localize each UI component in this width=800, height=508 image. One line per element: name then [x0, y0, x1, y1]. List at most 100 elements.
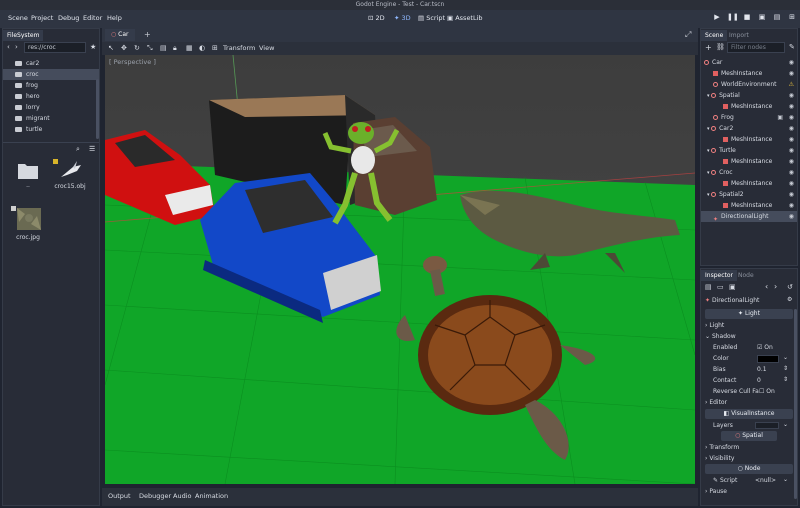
visibility-eye-icon[interactable]: ◉ [789, 68, 794, 79]
viewport-perspective-label[interactable]: [ Perspective ] [109, 58, 156, 66]
file-item[interactable]: .. [17, 160, 39, 189]
view-menu[interactable]: View [259, 44, 274, 52]
tree-node[interactable]: ▾ Spatial ◉ [701, 90, 797, 101]
folder-item[interactable]: hero [3, 91, 99, 102]
prop-contact-value[interactable]: 0 [757, 375, 761, 386]
prop-script-value[interactable]: <null> [755, 475, 776, 486]
play-icon[interactable]: ▶ [712, 13, 722, 23]
tree-node[interactable]: MeshInstance ◉ [701, 200, 797, 211]
class-light-header[interactable]: ✦ Light [705, 309, 793, 319]
scale-tool-icon[interactable]: ⤡ [147, 44, 153, 53]
section-visibility[interactable]: › Visibility [705, 453, 734, 464]
play-custom-icon[interactable]: ▤ [772, 13, 782, 23]
tab-inspector[interactable]: Inspector [701, 270, 737, 281]
spinner-icon[interactable]: ⇕ [783, 365, 788, 372]
tree-node[interactable]: MeshInstance ◉ [701, 156, 797, 167]
folder-item[interactable]: frog [3, 80, 99, 91]
tab-filesystem[interactable]: FileSystem [3, 30, 44, 41]
layers-grid[interactable] [755, 422, 779, 429]
tab-audio[interactable]: Audio [173, 492, 191, 500]
class-spatial-header[interactable]: ○ Spatial [721, 431, 777, 441]
list-select-icon[interactable]: ▤ [160, 44, 167, 52]
tree-node[interactable]: ▾ Turtle ◉ [701, 145, 797, 156]
prop-enabled-checkbox[interactable]: ☑ On [757, 342, 773, 353]
spinner-icon[interactable]: ⇕ [783, 376, 788, 383]
file-item[interactable]: croc15.obj [53, 159, 87, 195]
menu-editor[interactable]: Editor [83, 14, 102, 22]
visibility-eye-icon[interactable]: ◉ [789, 123, 794, 134]
distraction-free-icon[interactable]: ⤢ [685, 30, 691, 40]
tab-scene-car[interactable]: ○ Car [105, 29, 135, 41]
visibility-eye-icon[interactable]: ◉ [789, 112, 794, 123]
tree-node[interactable]: ▾ Car2 ◉ [701, 123, 797, 134]
visibility-eye-icon[interactable]: ◉ [789, 178, 794, 189]
section-pause[interactable]: › Pause [705, 486, 727, 497]
add-node-icon[interactable]: + [705, 43, 712, 52]
forward-icon[interactable]: › [15, 43, 18, 51]
filter-nodes-input[interactable]: Filter nodes [727, 42, 785, 53]
chevron-down-icon[interactable]: ⌄ [783, 476, 788, 483]
visibility-eye-icon[interactable]: ◉ [789, 156, 794, 167]
pause-icon[interactable]: ❚❚ [727, 13, 739, 23]
inspected-object[interactable]: ✦ DirectionalLight [705, 295, 759, 306]
menu-project[interactable]: Project [31, 14, 53, 22]
tree-node[interactable]: MeshInstance ◉ [701, 101, 797, 112]
workspace-assetlib-button[interactable]: ▣ AssetLib [447, 14, 483, 22]
script-attach-icon[interactable]: ✎ [789, 43, 795, 51]
tree-node[interactable]: Frog ▣ ◉ [701, 112, 797, 123]
tab-import[interactable]: Import [725, 30, 753, 41]
tab-animation[interactable]: Animation [195, 492, 228, 500]
tree-node[interactable]: MeshInstance ◉ [701, 134, 797, 145]
stop-icon[interactable]: ■ [742, 13, 752, 23]
tree-node[interactable]: Car ◉ [701, 57, 797, 68]
workspace-2d-button[interactable]: ⊡ 2D [368, 14, 385, 22]
back-icon[interactable]: ‹ [7, 43, 10, 51]
group-icon[interactable]: ▦ [186, 44, 193, 52]
save-resource-icon[interactable]: ▣ [729, 283, 736, 291]
lock-icon[interactable]: 🔒︎ [173, 44, 177, 53]
menu-scene[interactable]: Scene [8, 14, 28, 22]
local-space-icon[interactable]: ◐ [199, 44, 205, 52]
tab-output[interactable]: Output [108, 492, 131, 500]
tree-node[interactable]: ▾ Spatial2 ◉ [701, 189, 797, 200]
shadow-color-swatch[interactable] [757, 355, 779, 363]
deploy-icon[interactable]: ⊞ [787, 13, 797, 23]
warning-icon[interactable]: ⚠ [789, 79, 794, 90]
snap-icon[interactable]: ⊞ [212, 44, 218, 52]
section-light[interactable]: › Light [705, 320, 724, 331]
workspace-3d-button[interactable]: ✦ 3D [394, 14, 411, 22]
menu-help[interactable]: Help [107, 14, 122, 22]
visibility-eye-icon[interactable]: ◉ [789, 211, 794, 222]
3d-viewport[interactable]: [ Perspective ] [105, 55, 695, 484]
tab-scene[interactable]: Scene [701, 30, 728, 41]
select-tool-icon[interactable]: ↖ [108, 44, 114, 52]
play-scene-icon[interactable]: ▣ [757, 13, 767, 23]
history-icon[interactable]: ↺ [787, 283, 793, 291]
inspector-scrollbar[interactable] [794, 309, 797, 499]
visibility-eye-icon[interactable]: ◉ [789, 57, 794, 68]
visibility-eye-icon[interactable]: ◉ [789, 101, 794, 112]
prop-reverse-cull-checkbox[interactable]: ☐ On [759, 386, 775, 397]
path-field[interactable]: res://croc [24, 42, 86, 53]
tree-node-selected[interactable]: ✦ DirectionalLight ◉ [701, 211, 797, 223]
file-item[interactable]: croc.jpg [11, 206, 45, 246]
chevron-down-icon[interactable]: ⌄ [783, 354, 788, 361]
folder-item[interactable]: croc [3, 69, 99, 80]
transform-menu[interactable]: Transform [223, 44, 255, 52]
list-view-icon[interactable]: ☰ [89, 145, 95, 153]
folder-scrollbar[interactable] [96, 79, 99, 139]
section-transform[interactable]: › Transform [705, 442, 739, 453]
tree-node[interactable]: WorldEnvironment ⚠ [701, 79, 797, 90]
section-shadow[interactable]: ⌄ Shadow [705, 331, 736, 342]
object-menu-icon[interactable]: ⚙ [787, 296, 792, 303]
folder-item[interactable]: car2 [3, 58, 99, 69]
add-tab-icon[interactable]: + [144, 30, 151, 39]
visibility-eye-icon[interactable]: ◉ [789, 145, 794, 156]
folder-item[interactable]: lorry [3, 102, 99, 113]
tab-node[interactable]: Node [734, 270, 758, 281]
history-back-icon[interactable]: ‹ [765, 282, 768, 291]
prop-bias-value[interactable]: 0.1 [757, 364, 767, 375]
class-visualinstance-header[interactable]: ◧ VisualInstance [705, 409, 793, 419]
visibility-eye-icon[interactable]: ◉ [789, 167, 794, 178]
tree-node[interactable]: MeshInstance ◉ [701, 68, 797, 79]
